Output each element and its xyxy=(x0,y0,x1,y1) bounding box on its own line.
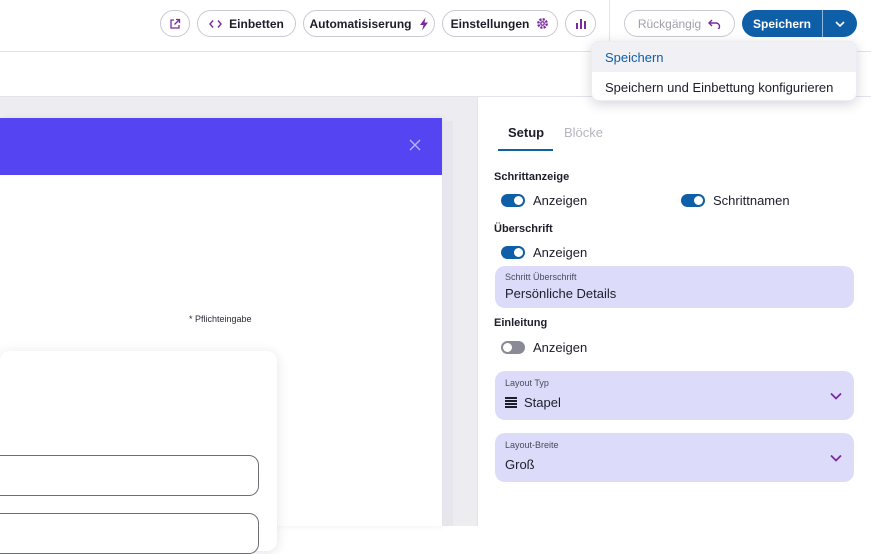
step-names-row: Schrittnamen xyxy=(681,193,790,208)
settings-label: Einstellungen xyxy=(450,16,530,31)
step-names-toggle[interactable] xyxy=(681,194,705,207)
form-preview: * Pflichteingabe xyxy=(0,118,442,554)
tab-setup[interactable]: Setup xyxy=(508,125,544,140)
close-icon[interactable] xyxy=(408,138,422,152)
chevron-down-icon xyxy=(830,392,842,400)
undo-icon xyxy=(708,19,721,29)
open-external-button[interactable] xyxy=(160,10,190,37)
save-split-button: Speichern xyxy=(742,10,857,37)
form-card xyxy=(0,351,277,554)
save-dropdown-menu: Speichern Speichern und Einbettung konfi… xyxy=(591,41,857,101)
save-divider xyxy=(822,10,823,37)
undo-label: Rückgängig xyxy=(637,16,702,31)
step-heading-field-label: Schritt Überschrift xyxy=(505,272,577,282)
save-menu-toggle[interactable] xyxy=(823,10,857,37)
step-display-title: Schrittanzeige xyxy=(494,171,570,183)
step-display-show-label: Anzeigen xyxy=(533,193,588,208)
layout-type-value: Stapel xyxy=(524,395,561,410)
canvas-scrollbar[interactable] xyxy=(443,121,453,526)
embed-label: Einbetten xyxy=(229,16,284,31)
form-header xyxy=(0,118,442,175)
intro-toggle[interactable] xyxy=(501,341,525,354)
undo-button[interactable]: Rückgängig xyxy=(624,10,735,37)
intro-show-label: Anzeigen xyxy=(533,340,588,355)
layout-width-select[interactable]: Layout-Breite Groß xyxy=(495,433,854,482)
form-field[interactable] xyxy=(0,455,259,496)
intro-show-row: Anzeigen xyxy=(501,340,587,355)
layout-width-label: Layout-Breite xyxy=(505,440,559,450)
bar-chart-icon xyxy=(575,19,586,29)
menu-item-save-and-configure-embed[interactable]: Speichern und Einbettung konfigurieren xyxy=(592,72,856,100)
automation-button[interactable]: Automatisiserung xyxy=(303,10,435,37)
embed-button[interactable]: Einbetten xyxy=(197,10,296,37)
active-tab-indicator xyxy=(498,149,553,151)
stack-icon xyxy=(505,397,517,408)
step-display-toggle[interactable] xyxy=(501,194,525,207)
step-heading-field-value: Persönliche Details xyxy=(505,286,617,301)
heading-title: Überschrift xyxy=(494,223,553,235)
required-note: * Pflichteingabe xyxy=(189,314,252,324)
layout-type-value-row: Stapel xyxy=(505,395,561,410)
heading-show-row: Anzeigen xyxy=(501,245,587,260)
step-display-show-row: Anzeigen xyxy=(501,193,587,208)
step-heading-input[interactable]: Schritt Überschrift Persönliche Details xyxy=(495,266,854,308)
layout-type-select[interactable]: Layout Typ Stapel xyxy=(495,371,854,420)
gear-icon xyxy=(537,18,549,29)
analytics-button[interactable] xyxy=(565,10,596,37)
heading-show-label: Anzeigen xyxy=(533,245,588,260)
form-field[interactable] xyxy=(0,513,259,554)
tab-blocks[interactable]: Blöcke xyxy=(564,125,603,140)
settings-button[interactable]: Einstellungen xyxy=(442,10,558,37)
lightning-icon xyxy=(419,17,428,30)
code-icon xyxy=(209,19,223,28)
external-link-icon xyxy=(170,18,181,29)
automation-label: Automatisiserung xyxy=(309,16,412,31)
step-names-label: Schrittnamen xyxy=(713,193,790,208)
layout-type-label: Layout Typ xyxy=(505,378,549,388)
settings-panel: Setup Blöcke Schrittanzeige Anzeigen Sch… xyxy=(479,97,871,526)
heading-toggle[interactable] xyxy=(501,246,525,259)
intro-title: Einleitung xyxy=(494,317,548,329)
layout-width-value: Groß xyxy=(505,457,535,472)
menu-item-save[interactable]: Speichern xyxy=(592,42,856,72)
save-button[interactable]: Speichern xyxy=(742,10,822,37)
chevron-down-icon xyxy=(835,20,845,27)
form-canvas: * Pflichteingabe xyxy=(0,97,478,554)
chevron-down-icon xyxy=(830,454,842,462)
